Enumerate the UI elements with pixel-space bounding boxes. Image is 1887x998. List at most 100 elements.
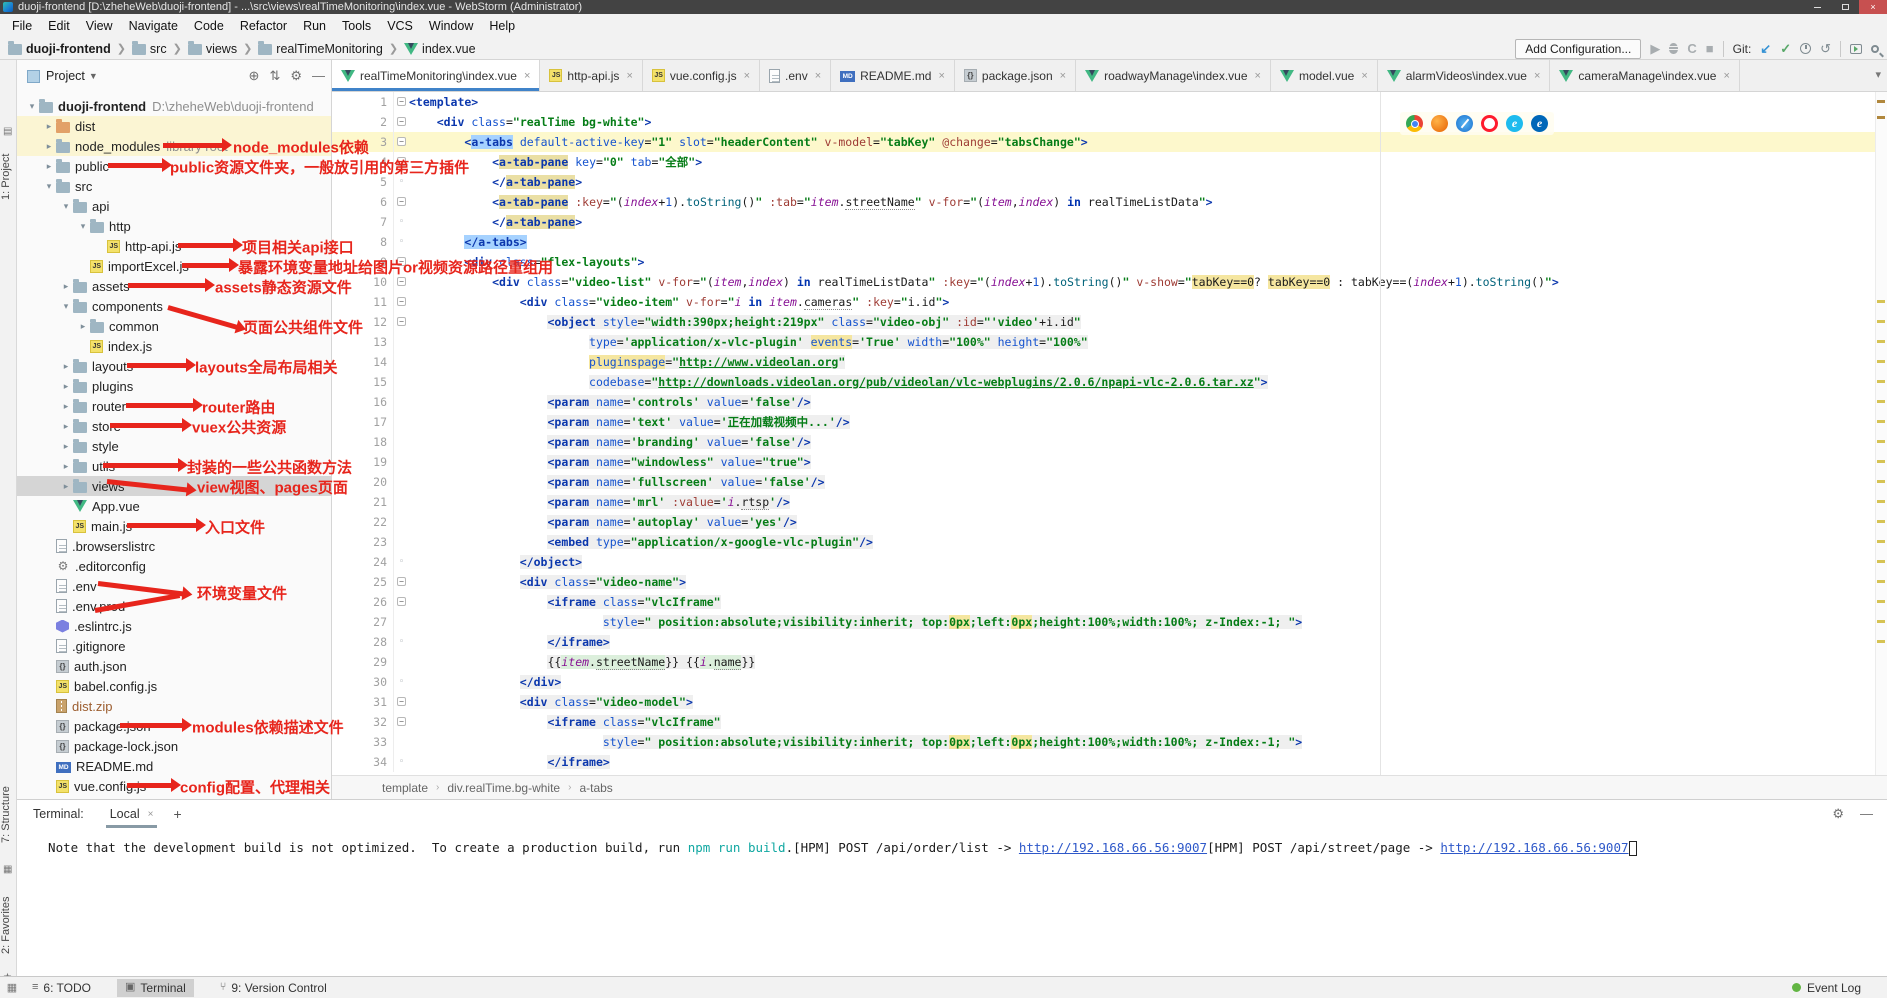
close-icon[interactable]: × bbox=[1361, 70, 1367, 82]
tree-item[interactable]: ▾src bbox=[17, 176, 331, 196]
fold-collapse-icon[interactable]: − bbox=[397, 97, 406, 106]
fold-collapse-icon[interactable]: − bbox=[397, 697, 406, 706]
fold-marker-icon[interactable]: − bbox=[394, 312, 409, 332]
fold-marker-icon[interactable]: ◦ bbox=[394, 172, 409, 192]
chevron-icon[interactable]: ▸ bbox=[76, 321, 90, 332]
code-line[interactable]: 24◦ </object> bbox=[332, 552, 1875, 572]
code-line[interactable]: 5◦ </a-tab-pane> bbox=[332, 172, 1875, 192]
chevron-down-icon[interactable]: ▾ bbox=[1875, 68, 1881, 81]
tree-item[interactable]: .browserslistrc bbox=[17, 536, 331, 556]
tree-item[interactable]: ▸plugins bbox=[17, 376, 331, 396]
tree-item[interactable]: babel.config.js bbox=[17, 676, 331, 696]
rail-project-tab[interactable]: 1: Project bbox=[0, 142, 17, 212]
code-line[interactable]: 22 <param name='autoplay' value='yes'/> bbox=[332, 512, 1875, 532]
close-icon[interactable]: × bbox=[1534, 70, 1540, 82]
tree-item[interactable]: ▸assets bbox=[17, 276, 331, 296]
tree-item[interactable]: .editorconfig bbox=[17, 556, 331, 576]
git-update-icon[interactable]: ↙ bbox=[1760, 42, 1771, 55]
editor-breadcrumb-item[interactable]: a-tabs bbox=[579, 781, 612, 795]
close-button[interactable]: × bbox=[1859, 0, 1887, 14]
menu-refactor[interactable]: Refactor bbox=[232, 14, 295, 38]
tree-item[interactable]: ▸node_moduleslibrary root bbox=[17, 136, 331, 156]
rollback-icon[interactable]: ↺ bbox=[1820, 42, 1831, 55]
chevron-icon[interactable]: ▸ bbox=[42, 121, 56, 132]
tree-item[interactable]: README.md bbox=[17, 756, 331, 776]
tree-item[interactable]: ▸router bbox=[17, 396, 331, 416]
code-line[interactable]: 19 <param name="windowless" value="true"… bbox=[332, 452, 1875, 472]
menu-tools[interactable]: Tools bbox=[334, 14, 379, 38]
fold-collapse-icon[interactable]: − bbox=[397, 157, 406, 166]
menu-window[interactable]: Window bbox=[421, 14, 481, 38]
editor-tab[interactable]: realTimeMonitoring\index.vue× bbox=[332, 60, 540, 91]
close-icon[interactable]: × bbox=[148, 809, 154, 820]
code-line[interactable]: 9− <div class="flex-layouts"> bbox=[332, 252, 1875, 272]
tree-item[interactable]: .env bbox=[17, 576, 331, 596]
tree-item[interactable]: .eslintrc.js bbox=[17, 616, 331, 636]
chevron-icon[interactable]: ▸ bbox=[59, 481, 73, 492]
code-line[interactable]: 3− <a-tabs default-active-key="1" slot="… bbox=[332, 132, 1875, 152]
event-log-button[interactable]: Event Log bbox=[1792, 981, 1887, 995]
tree-item[interactable]: ▾components bbox=[17, 296, 331, 316]
breadcrumb-item[interactable]: src bbox=[132, 42, 167, 56]
fold-marker-icon[interactable]: − bbox=[394, 692, 409, 712]
code-line[interactable]: 25− <div class="video-name"> bbox=[332, 572, 1875, 592]
fold-marker-icon[interactable]: − bbox=[394, 272, 409, 292]
fold-collapse-icon[interactable]: − bbox=[397, 577, 406, 586]
code-line[interactable]: 15 codebase="http://downloads.videolan.o… bbox=[332, 372, 1875, 392]
code-line[interactable]: 28◦ </iframe> bbox=[332, 632, 1875, 652]
chevron-icon[interactable]: ▸ bbox=[59, 361, 73, 372]
fold-collapse-icon[interactable]: − bbox=[397, 197, 406, 206]
close-icon[interactable]: × bbox=[815, 70, 821, 82]
chevron-icon[interactable]: ▸ bbox=[59, 461, 73, 472]
code-line[interactable]: 17 <param name='text' value='正在加载视频中...'… bbox=[332, 412, 1875, 432]
editor-tab[interactable]: .env× bbox=[760, 60, 831, 91]
maximize-button[interactable] bbox=[1831, 0, 1859, 14]
error-stripe-scrollbar[interactable] bbox=[1875, 92, 1887, 775]
fold-collapse-icon[interactable]: − bbox=[397, 317, 406, 326]
code-area[interactable]: 1−<template>2− <div class="realTime bg-w… bbox=[332, 92, 1875, 775]
editor-tab[interactable]: vue.config.js× bbox=[643, 60, 760, 91]
editor-breadcrumb-item[interactable]: div.realTime.bg-white bbox=[447, 781, 560, 795]
chevron-icon[interactable]: ▾ bbox=[59, 201, 73, 212]
run-anything-icon[interactable] bbox=[1850, 44, 1862, 54]
new-terminal-icon[interactable]: + bbox=[173, 806, 181, 822]
code-line[interactable]: 14 pluginspage="http://www.videolan.org" bbox=[332, 352, 1875, 372]
close-icon[interactable]: × bbox=[524, 70, 530, 82]
safari-browser-icon[interactable] bbox=[1456, 115, 1473, 132]
menu-code[interactable]: Code bbox=[186, 14, 232, 38]
tree-item[interactable]: auth.json bbox=[17, 656, 331, 676]
debug-icon[interactable] bbox=[1669, 43, 1678, 54]
tree-item[interactable]: importExcel.js bbox=[17, 256, 331, 276]
code-line[interactable]: 2− <div class="realTime bg-white"> bbox=[332, 112, 1875, 132]
project-toolwindow-icon[interactable]: ▤ bbox=[3, 126, 12, 137]
tree-item[interactable]: ▸utils bbox=[17, 456, 331, 476]
fold-collapse-icon[interactable]: − bbox=[397, 597, 406, 606]
close-icon[interactable]: × bbox=[1723, 70, 1729, 82]
ie-browser-icon[interactable]: e bbox=[1506, 115, 1523, 132]
breadcrumb-item[interactable]: index.vue bbox=[404, 42, 476, 56]
code-line[interactable]: 11− <div class="video-item" v-for="i in … bbox=[332, 292, 1875, 312]
chevron-icon[interactable]: ▸ bbox=[59, 441, 73, 452]
stop-icon[interactable]: ■ bbox=[1706, 42, 1714, 55]
code-line[interactable]: 4− <a-tab-pane key="0" tab="全部"> bbox=[332, 152, 1875, 172]
close-icon[interactable]: × bbox=[626, 70, 632, 82]
fold-marker-icon[interactable]: ◦ bbox=[394, 672, 409, 692]
fold-collapse-icon[interactable]: − bbox=[397, 137, 406, 146]
hide-panel-icon[interactable]: — bbox=[1860, 806, 1873, 822]
fold-marker-icon[interactable]: ◦ bbox=[394, 632, 409, 652]
code-line[interactable]: 1−<template> bbox=[332, 92, 1875, 112]
breadcrumb-item[interactable]: duoji-frontend bbox=[8, 42, 111, 56]
toolwindow-switcher-icon[interactable]: ▦ bbox=[0, 981, 24, 994]
fold-collapse-icon[interactable]: − bbox=[397, 717, 406, 726]
close-icon[interactable]: × bbox=[938, 70, 944, 82]
close-icon[interactable]: × bbox=[744, 70, 750, 82]
menu-file[interactable]: File bbox=[4, 14, 40, 38]
menu-run[interactable]: Run bbox=[295, 14, 334, 38]
code-line[interactable]: 12− <object style="width:390px;height:21… bbox=[332, 312, 1875, 332]
terminal-tab-local[interactable]: Local × bbox=[106, 800, 158, 828]
chevron-icon[interactable]: ▸ bbox=[59, 401, 73, 412]
tree-item[interactable]: dist.zip bbox=[17, 696, 331, 716]
tree-item[interactable]: ▸store bbox=[17, 416, 331, 436]
fold-collapse-icon[interactable]: − bbox=[397, 257, 406, 266]
tree-item[interactable]: package-lock.json bbox=[17, 736, 331, 756]
